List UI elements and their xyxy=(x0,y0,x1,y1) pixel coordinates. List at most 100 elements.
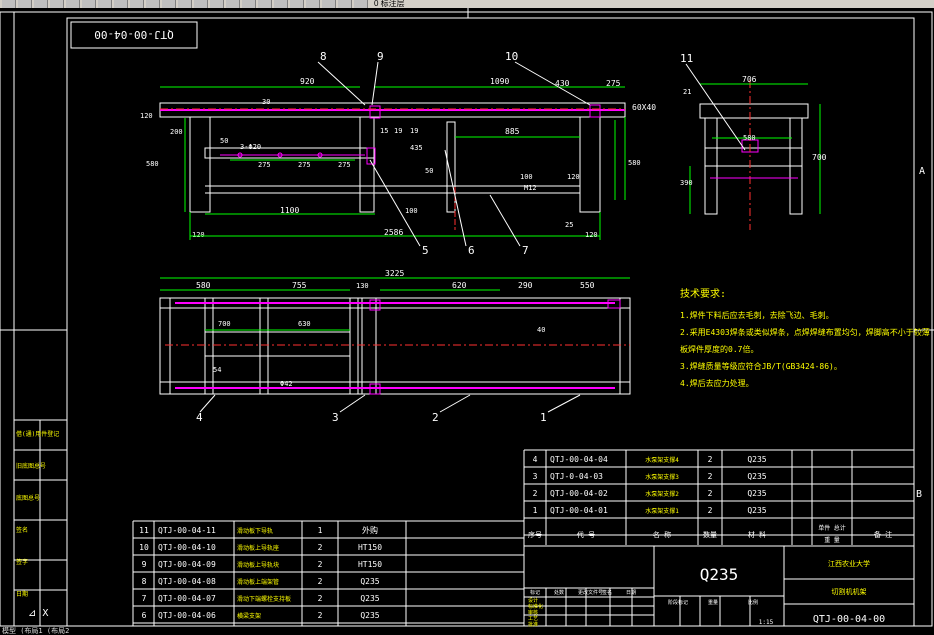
title-school: 江西农业大学 xyxy=(828,559,870,568)
dim-text: 200 xyxy=(170,128,183,136)
dim-text: 1090 xyxy=(490,77,509,86)
bom-qty: 2 xyxy=(708,506,713,515)
properties-icon[interactable] xyxy=(210,0,224,8)
tech-req-line-3: 3.焊缝质量等级应符合JB/T(GB3424-86)。 xyxy=(680,361,842,371)
layer-dropdown[interactable]: 0 标注层 xyxy=(374,0,405,8)
cut-icon[interactable] xyxy=(50,0,64,8)
dim-text: 700 xyxy=(812,153,827,162)
dim-text: 580 xyxy=(628,159,641,167)
dim-text: 21 xyxy=(683,88,691,96)
sun-icon[interactable] xyxy=(354,0,368,8)
tb-label-7: 审核 xyxy=(528,609,538,616)
bom-left-name: 滑动板上导轨块 xyxy=(237,561,279,569)
bom-left-mat: HT150 xyxy=(358,543,382,552)
dim-text: M12 xyxy=(524,184,537,192)
dim-text: 290 xyxy=(518,281,533,290)
leader xyxy=(685,63,746,151)
zoom-realtime-icon[interactable] xyxy=(162,0,176,8)
tb-label-5: 设计 xyxy=(528,597,538,604)
bom-header-note: 备 注 xyxy=(874,530,892,539)
sheetset-icon[interactable] xyxy=(258,0,272,8)
dim-text: 620 xyxy=(452,281,467,290)
copy-icon[interactable] xyxy=(66,0,80,8)
dim-text: 630 xyxy=(298,320,311,328)
zoom-window-icon[interactable] xyxy=(178,0,192,8)
markup-icon[interactable] xyxy=(274,0,288,8)
tb-label-3: 签名 xyxy=(602,589,612,596)
dim-text: 3225 xyxy=(385,269,404,278)
help-icon[interactable] xyxy=(306,0,320,8)
tb-label-11: 重量 xyxy=(708,599,718,606)
layout-tab-label[interactable]: 模型 (布局1 (布局2 xyxy=(2,627,69,635)
dim-text: Φ42 xyxy=(280,380,293,388)
bom-mat: Q235 xyxy=(747,489,766,498)
toolpalette-icon[interactable] xyxy=(242,0,256,8)
dim-text: 435 xyxy=(410,144,423,152)
bom-left-no: 9 xyxy=(142,560,147,569)
cad-drawing-canvas[interactable]: QTJ-00-04-00AB920 1090 430 27560X4012020058… xyxy=(0,8,934,627)
tech-req-line-2: 板焊件厚度的0.7倍。 xyxy=(680,344,758,354)
dim-text: 15 xyxy=(380,127,388,135)
undo-icon[interactable] xyxy=(114,0,128,8)
leader xyxy=(199,394,216,413)
bom-left-code: QTJ-00-04-06 xyxy=(158,611,216,620)
tech-req-title: 技术要求: xyxy=(680,287,726,300)
bom-left-name: 滑动板下导轨 xyxy=(237,527,273,535)
layer-icon[interactable] xyxy=(322,0,336,8)
balloon-11: 11 xyxy=(680,52,693,65)
balloon-10: 10 xyxy=(505,50,518,63)
pan-icon[interactable] xyxy=(146,0,160,8)
bom-name: 水泵架支撑1 xyxy=(645,507,679,515)
balloon-1: 1 xyxy=(540,411,547,424)
bom-header-weight2: 重 量 xyxy=(824,536,840,544)
dim-text: 3-Φ20 xyxy=(240,143,261,151)
bom-name: 水泵架支撑4 xyxy=(645,456,679,464)
dim-text: 706 xyxy=(742,75,757,84)
zoom-previous-icon[interactable] xyxy=(194,0,208,8)
bom-header-mat: 材 料 xyxy=(748,530,766,539)
bom-name: 水泵架支撑3 xyxy=(645,473,679,481)
bom-left-qty: 2 xyxy=(318,594,323,603)
print-icon[interactable] xyxy=(18,0,32,8)
balloon-3: 3 xyxy=(332,411,339,424)
preview-icon[interactable] xyxy=(34,0,48,8)
leader xyxy=(547,394,581,413)
left-strip-label-0: 借(通)用件登记 xyxy=(16,430,59,438)
lightbulb-icon[interactable] xyxy=(338,0,352,8)
front-post-2 xyxy=(446,121,456,213)
dim-text: 2586 xyxy=(384,228,403,237)
dim-text: 60X40 xyxy=(632,103,656,112)
dim-text: 390 xyxy=(680,179,693,187)
designcenter-icon[interactable] xyxy=(226,0,240,8)
layout-tabs[interactable]: 模型 (布局1 (布局2 xyxy=(0,627,934,635)
brush-icon[interactable] xyxy=(98,0,112,8)
bom-left-code: QTJ-00-04-07 xyxy=(158,594,216,603)
redo-icon[interactable] xyxy=(130,0,144,8)
dim-text: 275 xyxy=(298,161,311,169)
bom-left-no: 11 xyxy=(139,526,149,535)
top-post-0 xyxy=(204,297,214,395)
paste-icon[interactable] xyxy=(82,0,96,8)
save-icon[interactable] xyxy=(2,0,16,8)
bom-left-qty: 2 xyxy=(318,611,323,620)
bom-header-name: 名 称 xyxy=(653,530,671,539)
bom-left-qty: 2 xyxy=(318,577,323,586)
bom-name: 水泵架支撑2 xyxy=(645,490,679,498)
bom-left-name: 横梁支架 xyxy=(237,612,261,620)
title-scale: 1:15 xyxy=(759,619,774,626)
calculator-icon[interactable] xyxy=(290,0,304,8)
dim-text: 550 xyxy=(580,281,595,290)
bom-left-code: QTJ-00-04-08 xyxy=(158,577,216,586)
bom-code: QTJ-0-04-03 xyxy=(550,472,603,481)
tech-req-line-0: 1.焊件下料后应去毛刺，去除飞边、毛刺。 xyxy=(680,310,834,320)
dim-text: 755 xyxy=(292,281,307,290)
title-material: Q235 xyxy=(700,565,739,584)
bom-qty: 2 xyxy=(708,455,713,464)
bom-left-mat: Q235 xyxy=(360,611,379,620)
dim-text: 700 xyxy=(218,320,231,328)
bom-left-name: 滑动板上导轨座 xyxy=(237,544,279,552)
leader xyxy=(317,61,366,106)
bom-code: QTJ-00-04-04 xyxy=(550,455,608,464)
tb-label-0: 标记 xyxy=(530,589,540,596)
left-strip-label-3: 签名 xyxy=(16,526,28,534)
